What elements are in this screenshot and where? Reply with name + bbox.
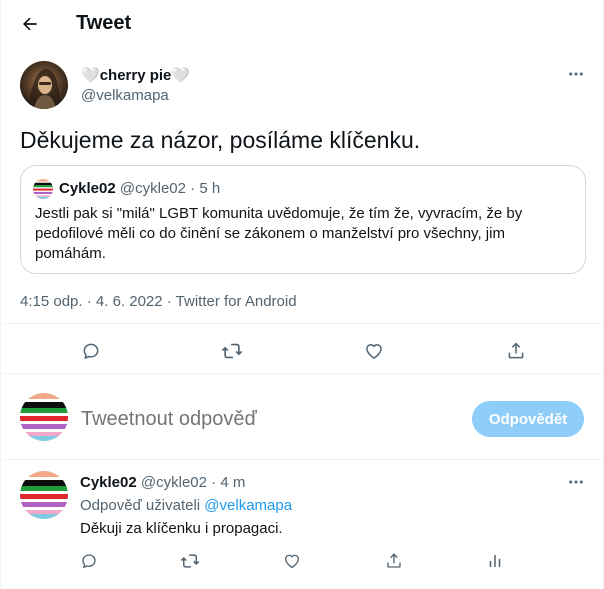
reply-text: Děkuji za klíčenku i propagaci. — [80, 520, 283, 537]
avatar[interactable] — [20, 471, 68, 519]
reply-to-label: Odpověď uživateli — [80, 497, 205, 514]
reply-icon — [83, 343, 99, 359]
reply-input[interactable] — [81, 405, 451, 433]
more-icon — [569, 72, 583, 76]
reply-button[interactable] — [71, 543, 107, 579]
more-options-button[interactable] — [562, 63, 590, 85]
share-button[interactable] — [498, 333, 534, 369]
reply-submit-button[interactable]: Odpovědět — [472, 401, 584, 437]
quoted-author-handle: @cykle02 — [119, 180, 186, 197]
share-button[interactable] — [376, 543, 412, 579]
quoted-tweet-header: Cykle02 @cykle02 · 5 h — [59, 180, 220, 197]
like-button[interactable] — [274, 543, 310, 579]
reply-button[interactable] — [73, 333, 109, 369]
retweet-button[interactable] — [172, 543, 208, 579]
reply-age[interactable]: 4 m — [220, 474, 245, 491]
share-icon — [508, 342, 524, 359]
quoted-age: 5 h — [199, 180, 221, 197]
author-name[interactable]: 🤍 cherry pie 🤍 — [81, 66, 190, 84]
quoted-author-name: Cykle02 — [59, 180, 116, 197]
more-icon — [569, 480, 583, 484]
share-icon — [387, 553, 401, 568]
reply-header: Cykle02 @cykle02 · 4 m — [80, 474, 245, 491]
like-button[interactable] — [356, 333, 392, 369]
retweet-icon — [180, 554, 200, 568]
arrow-left-icon — [23, 17, 37, 31]
avatar — [33, 179, 53, 199]
heart-icon: 🤍 — [171, 66, 191, 84]
reply-to-mention[interactable]: @velkamapa — [204, 497, 292, 514]
reply-icon — [82, 554, 96, 569]
divider — [1, 459, 604, 460]
like-icon — [366, 344, 382, 359]
tweet-page: Tweet 🤍 cherry pie 🤍 @velkamapa Děkujeme… — [0, 0, 604, 589]
reply-to-line: Odpověď uživateli @velkamapa — [80, 497, 292, 514]
divider — [1, 323, 604, 324]
tweet-timestamp[interactable]: 4:15 odp. · 4. 6. 2022 · Twitter for And… — [20, 293, 297, 310]
back-button[interactable] — [15, 9, 45, 39]
heart-icon: 🤍 — [81, 66, 100, 84]
quoted-tweet-text: Jestli pak si "milá" LGBT komunita uvědo… — [35, 205, 523, 262]
avatar — [20, 393, 68, 441]
divider — [1, 373, 604, 374]
separator: · — [185, 180, 200, 197]
separator: · — [206, 474, 221, 491]
analytics-button[interactable] — [477, 543, 513, 579]
like-icon — [284, 554, 300, 569]
page-title: Tweet — [76, 12, 132, 34]
analytics-icon — [489, 555, 501, 567]
retweet-icon — [221, 343, 243, 359]
header: Tweet — [1, 0, 604, 48]
tweet-text: Děkujeme za názor, posíláme klíčenku. — [20, 127, 421, 153]
author-name-text: cherry pie — [99, 66, 172, 84]
reply-author-name[interactable]: Cykle02 — [80, 474, 137, 491]
avatar[interactable] — [20, 61, 68, 109]
retweet-button[interactable] — [214, 333, 250, 369]
reply-author-handle[interactable]: @cykle02 — [141, 474, 207, 491]
more-options-button[interactable] — [562, 471, 590, 493]
quoted-tweet[interactable]: Cykle02 @cykle02 · 5 h Jestli pak si "mi… — [20, 165, 586, 274]
author-handle[interactable]: @velkamapa — [81, 87, 169, 104]
